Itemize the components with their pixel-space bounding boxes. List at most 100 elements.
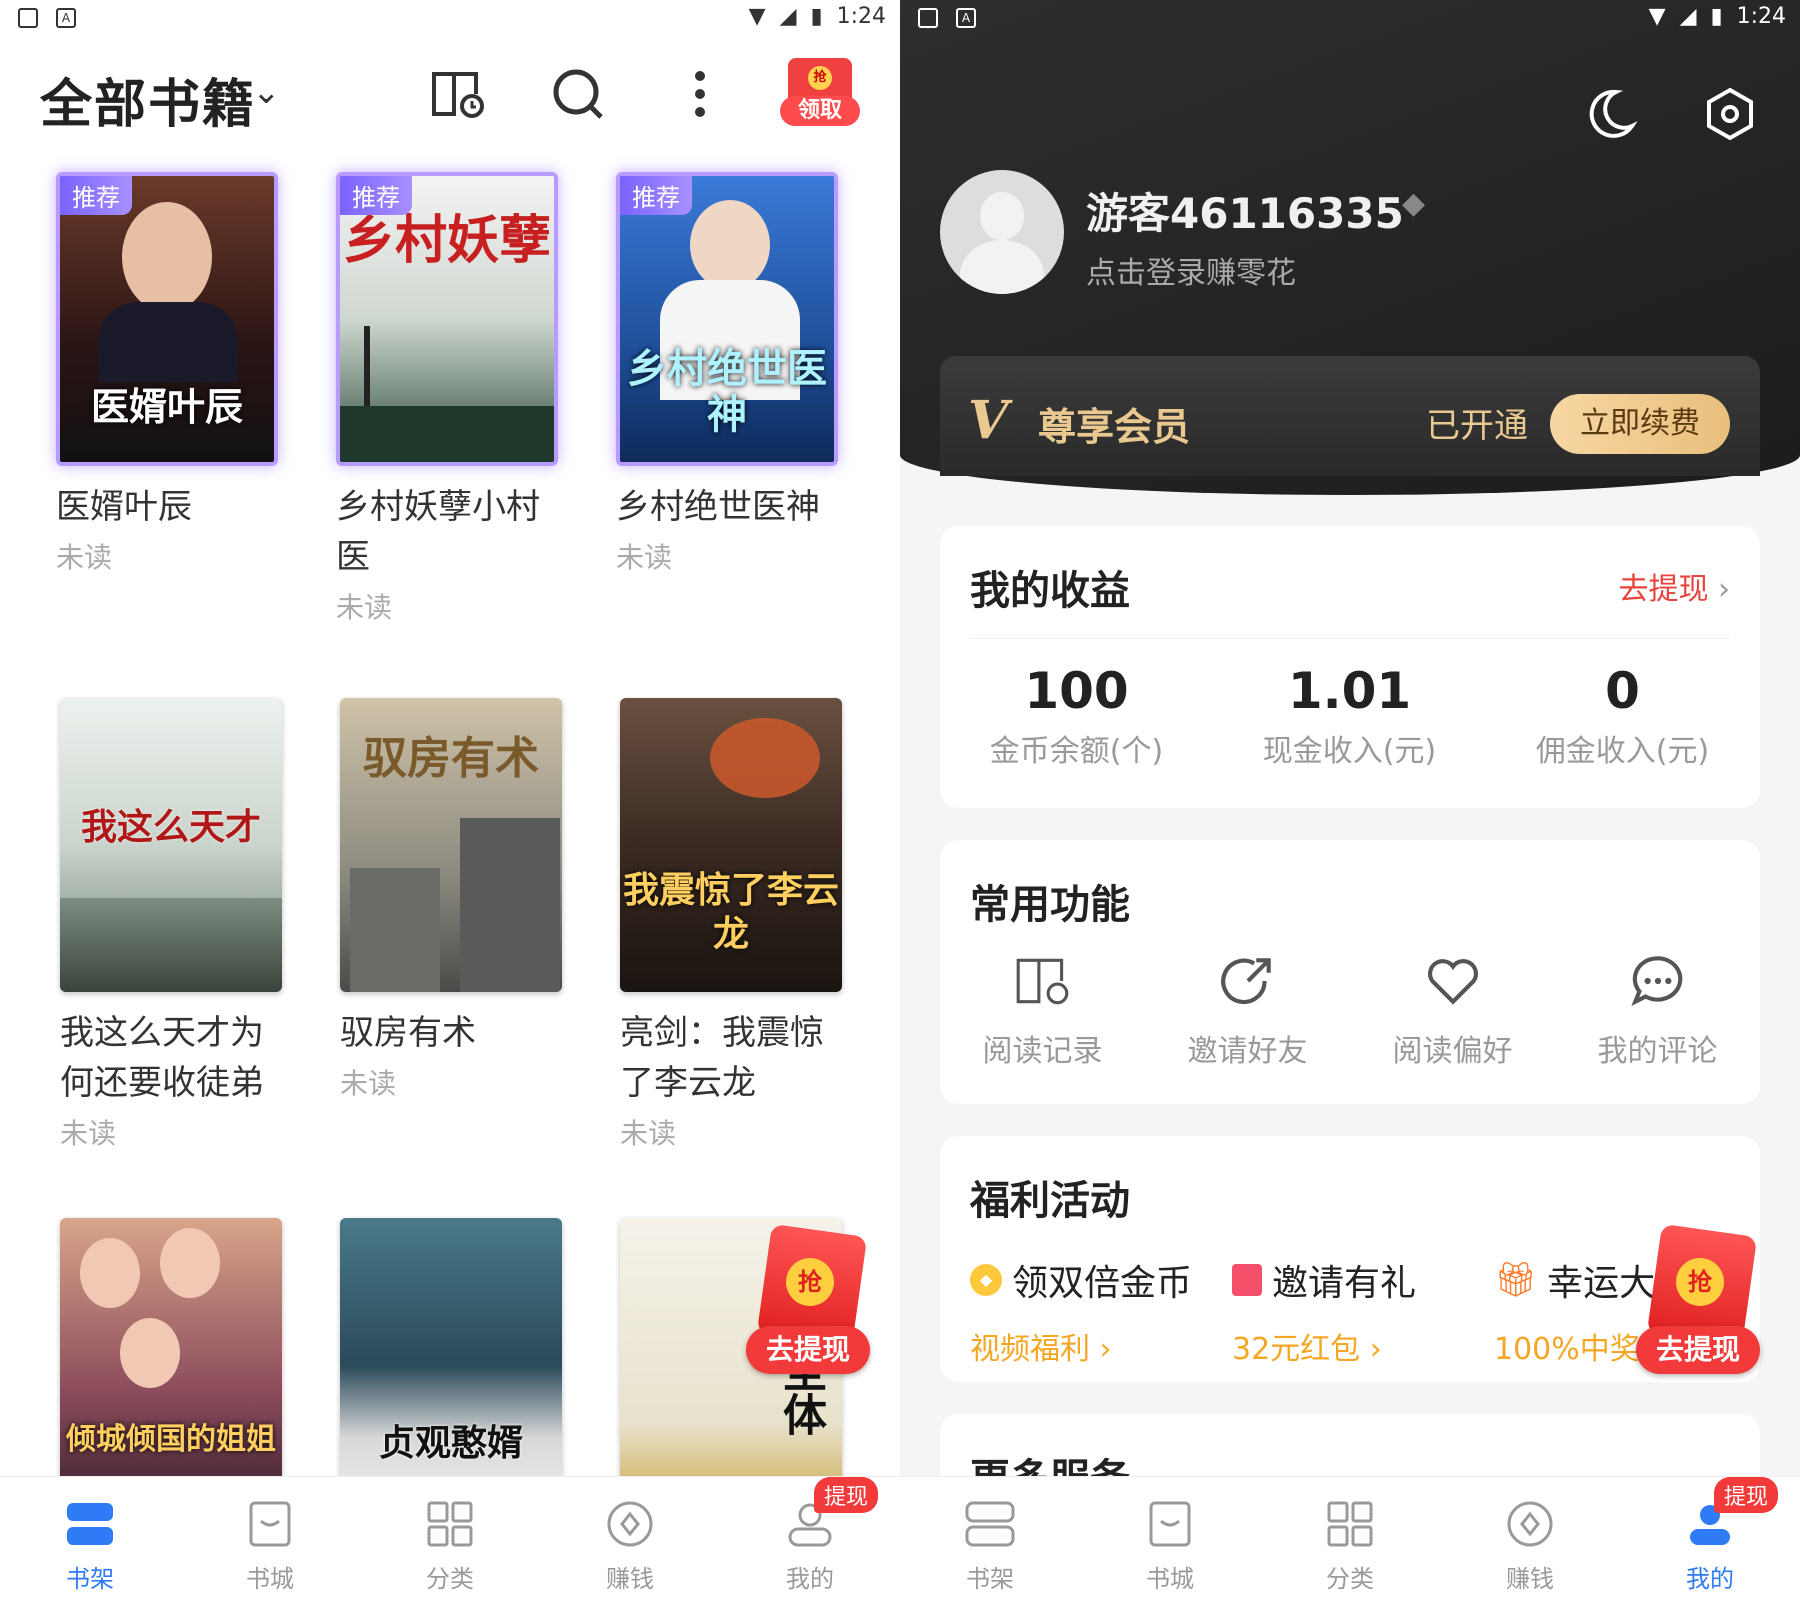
signal-icon: ◢ [779,4,797,29]
bookshelf-icon [965,1501,1015,1547]
wifi-icon: ▼ [1648,4,1666,29]
withdraw-button[interactable]: 去提现 [1636,1326,1760,1374]
book-title: 乡村绝世医神 [616,487,820,527]
book-item[interactable]: 乡村绝世医神 推荐 乡村绝世医神 未读 [616,172,846,576]
commission-income-stat[interactable]: 0 佣金收入(元) [1486,662,1759,770]
book-item[interactable]: 我震惊了李云龙 亮剑：我震惊了李云龙 未读 [620,698,850,1152]
cover-figure [122,202,212,312]
read-status: 未读 [620,1117,677,1150]
more-options-icon[interactable] [670,64,730,124]
profile-header: A ▼ ◢ ▮ 1:24 游客46116335 ◆ 点击登录赚零花 V 尊享会员… [900,0,1800,495]
renew-button[interactable]: 立即续费 [1550,394,1730,454]
username[interactable]: 游客46116335 [1086,180,1404,241]
clock: 1:24 [836,4,886,29]
bottom-navigation: 书架 书城 分类 赚钱 我的 提现 [900,1476,1800,1600]
read-status: 未读 [336,591,393,624]
double-coins-activity[interactable]: ◆ 领双倍金币 视频福利 › [970,1254,1230,1368]
reading-history-icon[interactable] [428,64,488,124]
nav-label: 赚钱 [606,1565,654,1593]
book-item[interactable]: 驭房有术 驭房有术 未读 [340,698,570,1102]
image-notification-icon [918,8,938,28]
cash-income-stat[interactable]: 1.01 现金收入(元) [1213,662,1486,770]
bookstore-icon [249,1501,291,1547]
avatar[interactable] [940,170,1064,294]
book-cover[interactable]: 倾城倾国的姐姐 [60,1218,282,1512]
activity-subtitle: 32元红包 [1232,1332,1361,1367]
red-packet-claim-button[interactable]: 抢 领取 [780,54,860,126]
cover-title: 乡村绝世医神 [627,345,827,438]
activity-title: 领双倍金币 [1012,1263,1193,1304]
invite-friends-button[interactable]: 邀请好友 [1145,950,1350,1070]
stat-label: 金币余额(个) [989,734,1164,769]
nav-bookstore[interactable]: 书城 [1080,1477,1260,1600]
cover-building [460,818,560,992]
claim-label: 领取 [780,96,860,126]
read-status: 未读 [616,541,673,574]
chevron-down-icon[interactable]: ⌄ [252,72,281,112]
bottom-navigation: 书架 书城 分类 赚钱 我的 提现 [0,1476,900,1600]
shelf-filter-title[interactable]: 全部书籍 [40,62,256,137]
recommend-tag: 推荐 [340,176,412,215]
earn-coin-icon [607,1501,653,1547]
book-item[interactable]: 倾城倾国的姐姐 [60,1218,290,1512]
settings-gear-icon[interactable] [1700,84,1760,144]
book-item[interactable]: 我这么天才 我这么天才为何还要收徒弟 未读 [60,698,290,1152]
nav-label: 我的 [786,1565,834,1593]
book-item[interactable]: 贞观憨婿 [340,1218,570,1512]
coin-balance-stat[interactable]: 100 金币余额(个) [940,662,1213,770]
function-label: 阅读记录 [982,1034,1103,1069]
nav-earn[interactable]: 赚钱 [540,1477,720,1600]
nav-category[interactable]: 分类 [1260,1477,1440,1600]
reading-preference-button[interactable]: 阅读偏好 [1350,950,1555,1070]
nav-earn[interactable]: 赚钱 [1440,1477,1620,1600]
app-notification-icon: A [956,8,976,28]
nav-label: 书架 [966,1565,1014,1593]
gold-coin-icon: ◆ [970,1264,1002,1296]
book-cover[interactable]: 贞观憨婿 [340,1218,562,1512]
stat-label: 佣金收入(元) [1535,734,1710,769]
my-comments-button[interactable]: 我的评论 [1555,950,1760,1070]
book-cover[interactable]: 我这么天才 [60,698,282,992]
category-grid-icon [427,1501,473,1547]
night-mode-moon-icon[interactable] [1580,84,1640,144]
stat-value: 0 [1605,662,1640,720]
nav-label: 书城 [1146,1565,1194,1593]
read-status: 未读 [60,1117,117,1150]
withdraw-button[interactable]: 去提现 [746,1326,870,1374]
stat-value: 1.01 [1287,662,1412,720]
nav-bookstore[interactable]: 书城 [180,1477,360,1600]
withdraw-link[interactable]: 去提现 › [1618,564,1730,608]
invite-gift-activity[interactable]: 邀请有礼 32元红包 › [1232,1254,1492,1368]
floating-red-packet[interactable]: 抢 去提现 [746,1223,870,1380]
avatar-head [980,192,1024,240]
book-cover[interactable]: 我震惊了李云龙 [620,698,842,992]
red-envelope-icon [1232,1264,1262,1296]
book-title: 我这么天才为何还要收徒弟 [60,1013,264,1103]
nav-mine[interactable]: 我的 提现 [1620,1477,1800,1600]
activity-title: 邀请有礼 [1272,1263,1417,1304]
nav-label: 我的 [1686,1565,1734,1593]
floating-red-packet[interactable]: 抢 去提现 [1636,1223,1760,1380]
nav-bookshelf[interactable]: 书架 [0,1477,180,1600]
nav-label: 赚钱 [1506,1565,1554,1593]
reading-history-button[interactable]: 阅读记录 [940,950,1145,1070]
vip-banner[interactable]: V 尊享会员 已开通 立即续费 [940,356,1760,476]
nav-mine[interactable]: 我的 提现 [720,1477,900,1600]
search-icon[interactable] [548,64,608,124]
book-item[interactable]: 医婿叶辰 推荐 医婿叶辰 未读 [56,172,286,576]
cover-title: 我震惊了李云龙 [622,869,839,955]
cover-title: 乡村妖孽 [342,210,551,271]
nav-category[interactable]: 分类 [360,1477,540,1600]
book-item[interactable]: 乡村妖孽 推荐 乡村妖孽小村医 未读 [336,172,566,626]
book-cover[interactable]: 驭房有术 [340,698,562,992]
stat-label: 现金收入(元) [1262,734,1437,769]
function-label: 阅读偏好 [1392,1034,1513,1069]
book-cover[interactable]: 乡村绝世医神 推荐 [616,172,838,466]
chevron-right-icon: › [1718,572,1730,607]
book-cover[interactable]: 医婿叶辰 推荐 [56,172,278,466]
login-hint[interactable]: 点击登录赚零花 [1086,248,1296,292]
nav-bookshelf[interactable]: 书架 [900,1477,1080,1600]
book-cover[interactable]: 乡村妖孽 推荐 [336,172,558,466]
book-title: 乡村妖孽小村医 [336,487,540,577]
cover-title: 倾城倾国的姐姐 [66,1422,276,1457]
